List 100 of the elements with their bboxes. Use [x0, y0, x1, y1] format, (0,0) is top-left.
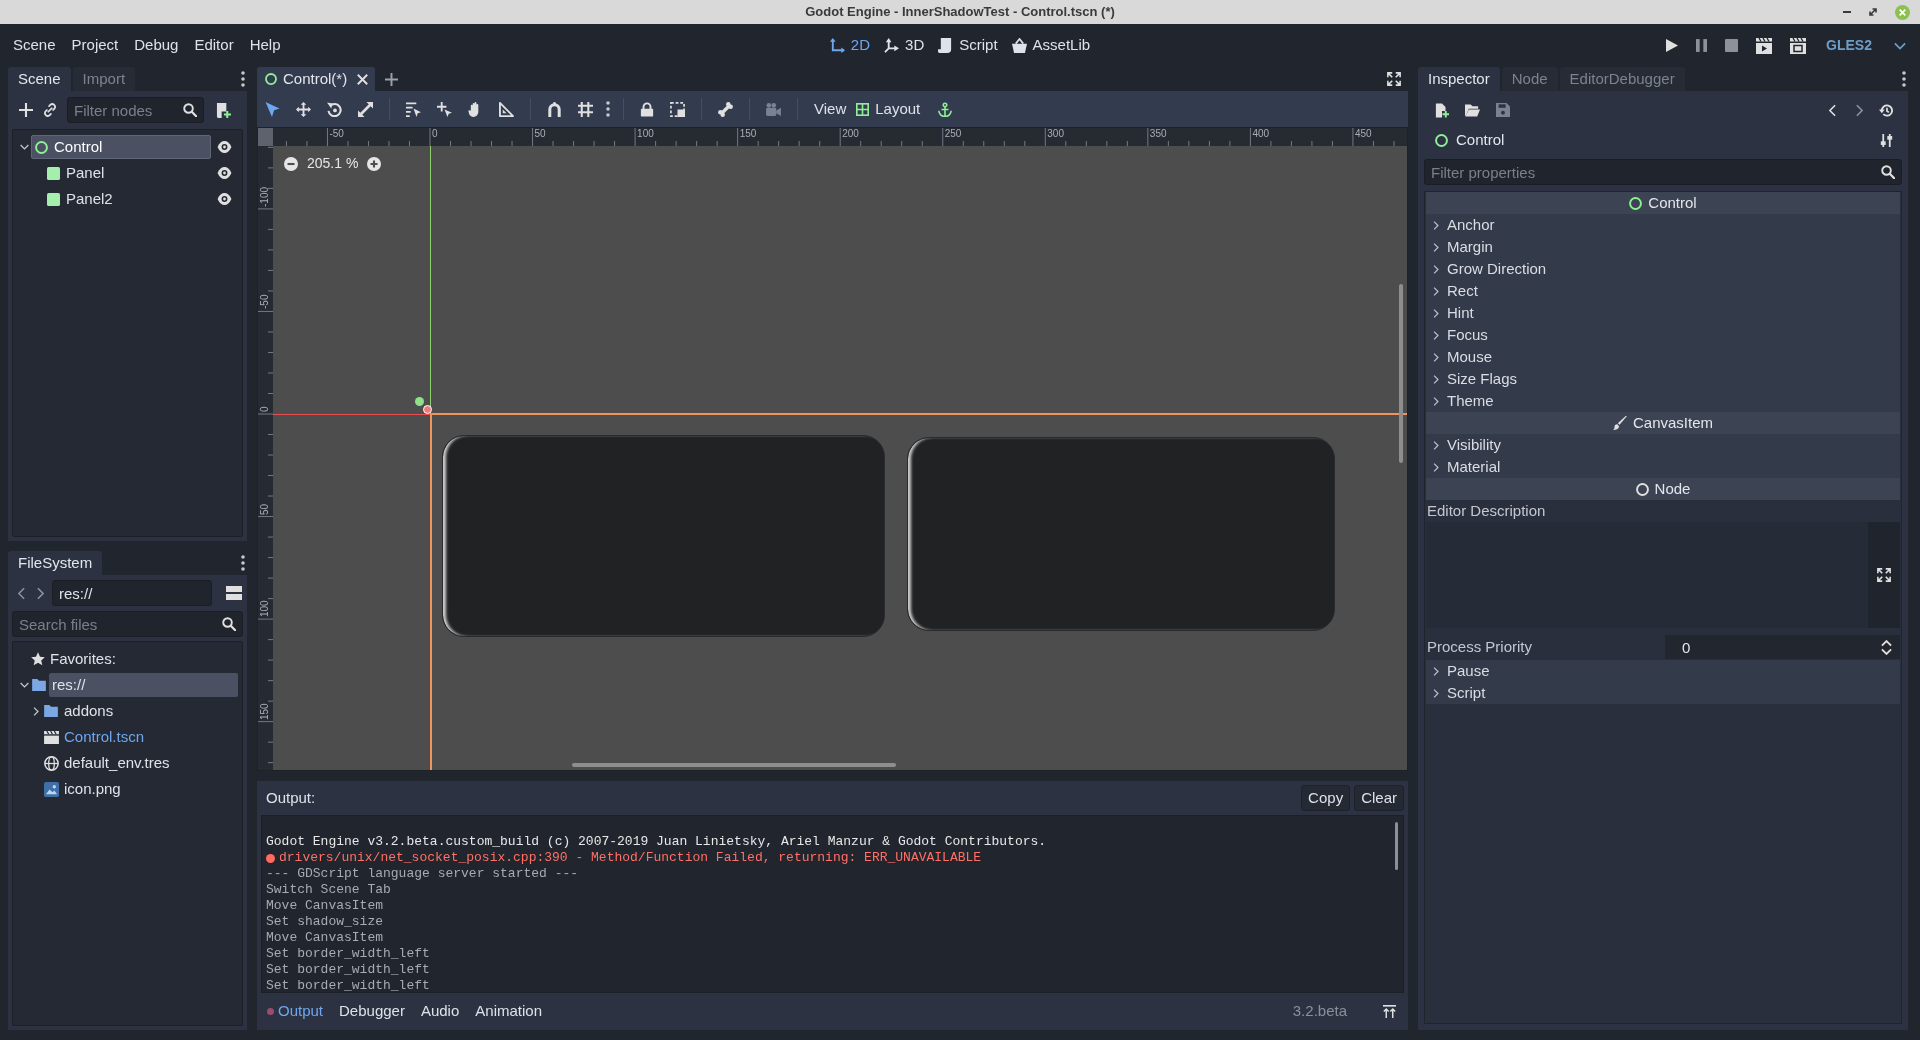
list-select-icon[interactable] — [406, 101, 421, 117]
workspace-tab[interactable]: Script — [938, 31, 998, 60]
panel-tab[interactable]: Debugger — [339, 1000, 405, 1023]
caret-icon[interactable] — [19, 682, 29, 688]
editor-tab[interactable]: Control(*) — [257, 67, 376, 91]
scale-icon[interactable] — [358, 101, 373, 117]
anchor-icon[interactable] — [938, 101, 953, 117]
property-group[interactable]: Visibility — [1426, 434, 1900, 456]
eye-icon[interactable] — [217, 193, 232, 205]
move-icon[interactable] — [296, 101, 311, 117]
fullscreen-icon[interactable] — [1387, 72, 1401, 86]
forward-icon[interactable] — [37, 586, 44, 600]
add-script-icon[interactable] — [216, 102, 231, 118]
add-tab-icon[interactable] — [385, 72, 399, 86]
menu-item[interactable]: Help — [242, 31, 288, 60]
maximize-icon[interactable] — [1869, 8, 1877, 16]
rotate-icon[interactable] — [327, 101, 342, 117]
tree-item[interactable]: Panel2 — [43, 187, 211, 211]
menu-item[interactable]: Scene — [6, 31, 63, 60]
property-group[interactable]: Anchor — [1426, 214, 1900, 236]
tree-item[interactable]: addons — [61, 699, 238, 723]
toolbar-button[interactable]: Copy — [1301, 785, 1351, 811]
new-file-icon[interactable] — [1435, 102, 1449, 118]
menu-item[interactable]: Editor — [187, 31, 241, 60]
group-icon[interactable] — [670, 101, 685, 117]
lock-icon[interactable] — [640, 101, 654, 117]
workspace-tab[interactable]: 2D — [829, 31, 871, 60]
eye-icon[interactable] — [217, 167, 232, 179]
play-icon[interactable] — [1666, 39, 1679, 52]
forward-icon[interactable] — [1856, 103, 1863, 117]
magnet-icon[interactable] — [547, 101, 562, 117]
zoom-in-icon[interactable] — [367, 156, 382, 171]
scrollbar[interactable] — [572, 763, 896, 767]
menu-item[interactable]: Project — [64, 31, 126, 60]
property-group[interactable]: Pause — [1426, 660, 1900, 682]
property-group[interactable]: Margin — [1426, 236, 1900, 258]
path-field[interactable]: res:// — [52, 580, 212, 606]
open-folder-icon[interactable] — [1465, 103, 1480, 117]
pivot-icon[interactable] — [437, 101, 452, 117]
dock-tab[interactable]: FileSystem — [8, 551, 103, 575]
plus-icon[interactable] — [19, 103, 33, 117]
panel-tab[interactable]: Audio — [420, 1000, 460, 1023]
tree-item[interactable]: Control.tscn — [61, 725, 238, 749]
renderer-menu[interactable]: GLES2 — [1826, 35, 1872, 56]
filter-field[interactable]: Filter nodes — [67, 97, 204, 123]
pin-icon[interactable] — [1383, 1005, 1396, 1018]
tree-item[interactable]: Control — [31, 135, 211, 159]
more-options-icon[interactable] — [1902, 71, 1906, 87]
property-group[interactable]: Focus — [1426, 324, 1900, 346]
caret-icon[interactable] — [19, 144, 29, 150]
panel-tab[interactable]: Animation — [475, 1000, 542, 1023]
filter-field[interactable]: Filter properties — [1424, 159, 1902, 185]
more-options-icon[interactable] — [241, 71, 245, 87]
caret-icon[interactable] — [33, 706, 39, 716]
scrollbar[interactable] — [1395, 822, 1398, 870]
toolbar-button[interactable]: Clear — [1354, 785, 1404, 811]
scrollbar[interactable] — [1399, 284, 1403, 463]
property-group[interactable]: Script — [1426, 682, 1900, 704]
tree-item[interactable]: Panel — [43, 161, 211, 185]
view-menu[interactable]: View — [814, 97, 847, 121]
dock-tab[interactable]: Import — [72, 67, 136, 91]
pause-icon[interactable] — [1696, 39, 1708, 52]
eye-icon[interactable] — [217, 141, 232, 153]
link-icon[interactable] — [43, 103, 57, 117]
ruler-icon[interactable] — [499, 101, 514, 117]
tools-icon[interactable] — [1880, 132, 1893, 148]
workspace-tab[interactable]: AssetLib — [1011, 31, 1091, 60]
text-area-field[interactable] — [1426, 522, 1900, 628]
history-icon[interactable] — [1879, 102, 1894, 118]
number-field[interactable]: 0 — [1665, 635, 1900, 659]
layout-menu[interactable]: Layout — [856, 97, 921, 121]
property-group[interactable]: Mouse — [1426, 346, 1900, 368]
property-group[interactable]: Size Flags — [1426, 368, 1900, 390]
workspace-tab[interactable]: 3D — [884, 31, 925, 60]
property-group[interactable]: Grow Direction — [1426, 258, 1900, 280]
stop-icon[interactable] — [1725, 39, 1739, 52]
dock-tab[interactable]: Scene — [8, 67, 71, 91]
property-group[interactable]: Rect — [1426, 280, 1900, 302]
bone-icon[interactable] — [718, 101, 733, 117]
close-icon[interactable] — [357, 73, 369, 85]
tree-item[interactable]: default_env.tres — [61, 751, 238, 775]
cursor-icon[interactable] — [265, 101, 280, 117]
back-icon[interactable] — [18, 586, 25, 600]
dock-tab[interactable]: Node — [1501, 67, 1558, 91]
tree-item[interactable]: res:// — [49, 673, 238, 697]
property-group[interactable]: Theme — [1426, 390, 1900, 412]
more-options-icon[interactable] — [241, 555, 245, 571]
panel-tab[interactable]: Output — [267, 1000, 324, 1023]
tree-item[interactable]: icon.png — [61, 777, 238, 801]
clapperboard-icon[interactable] — [1790, 37, 1807, 54]
menu-item[interactable]: Debug — [127, 31, 186, 60]
dock-tab[interactable]: EditorDebugger — [1559, 67, 1685, 91]
list-view-icon[interactable] — [226, 586, 242, 600]
expand-button[interactable] — [1868, 522, 1900, 628]
camera-icon[interactable] — [766, 102, 781, 116]
search-field[interactable]: Search files — [12, 611, 243, 637]
stepper-arrows-icon[interactable] — [1881, 640, 1892, 655]
zoom-out-icon[interactable] — [284, 156, 298, 171]
dock-tab[interactable]: Inspector — [1418, 67, 1500, 91]
more-options-icon[interactable] — [606, 101, 610, 117]
